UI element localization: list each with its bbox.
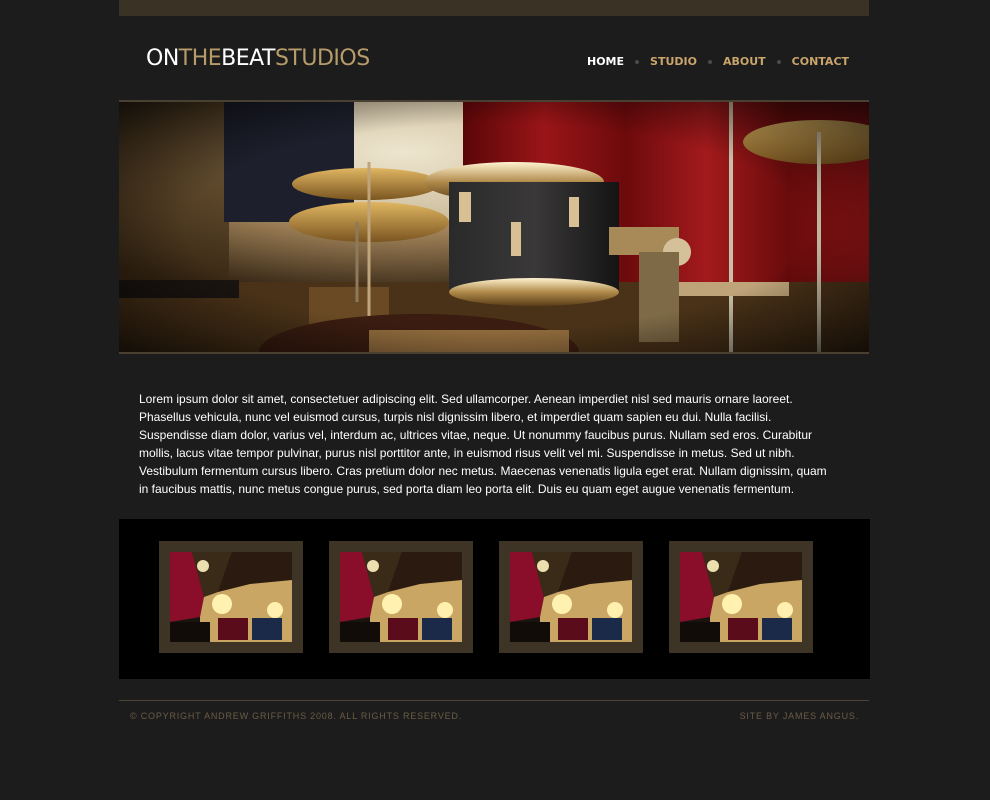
gallery-thumbnail-4[interactable] — [669, 541, 813, 653]
studio-room-thumbnail — [510, 552, 632, 642]
gallery-thumbnail-1[interactable] — [159, 541, 303, 653]
intro-text: Lorem ipsum dolor sit amet, consectetuer… — [139, 392, 827, 496]
top-bar — [119, 0, 869, 16]
nav-studio[interactable]: STUDIO — [650, 55, 697, 68]
footer-credit-link[interactable]: SITE BY JAMES ANGUS. — [740, 711, 859, 721]
studio-room-thumbnail — [170, 552, 292, 642]
nav-contact[interactable]: CONTACT — [792, 55, 849, 68]
logo-part-the: THE — [178, 46, 222, 71]
footer-divider — [119, 700, 869, 701]
nav-home[interactable]: HOME — [587, 55, 624, 68]
hero-image — [119, 102, 869, 352]
logo-part-beat: BEAT — [221, 46, 275, 71]
site-logo[interactable]: ONTHEBEATSTUDIOS — [146, 46, 370, 71]
drum-kit-photo — [119, 102, 869, 352]
thumbnail-gallery — [119, 519, 870, 679]
gallery-thumbnail-3[interactable] — [499, 541, 643, 653]
logo-part-on: ON — [146, 46, 179, 71]
logo-part-studios: STUDIOS — [274, 46, 370, 71]
nav-separator — [776, 59, 781, 64]
footer-copyright: © COPYRIGHT ANDREW GRIFFITHS 2008. ALL R… — [130, 711, 463, 721]
gallery-thumbnail-2[interactable] — [329, 541, 473, 653]
hero-bottom-border — [119, 352, 869, 354]
studio-room-thumbnail — [340, 552, 462, 642]
nav-about[interactable]: ABOUT — [723, 55, 766, 68]
main-nav: HOME STUDIO ABOUT CONTACT — [587, 55, 849, 68]
nav-separator — [635, 59, 640, 64]
nav-separator — [707, 59, 712, 64]
studio-room-thumbnail — [680, 552, 802, 642]
